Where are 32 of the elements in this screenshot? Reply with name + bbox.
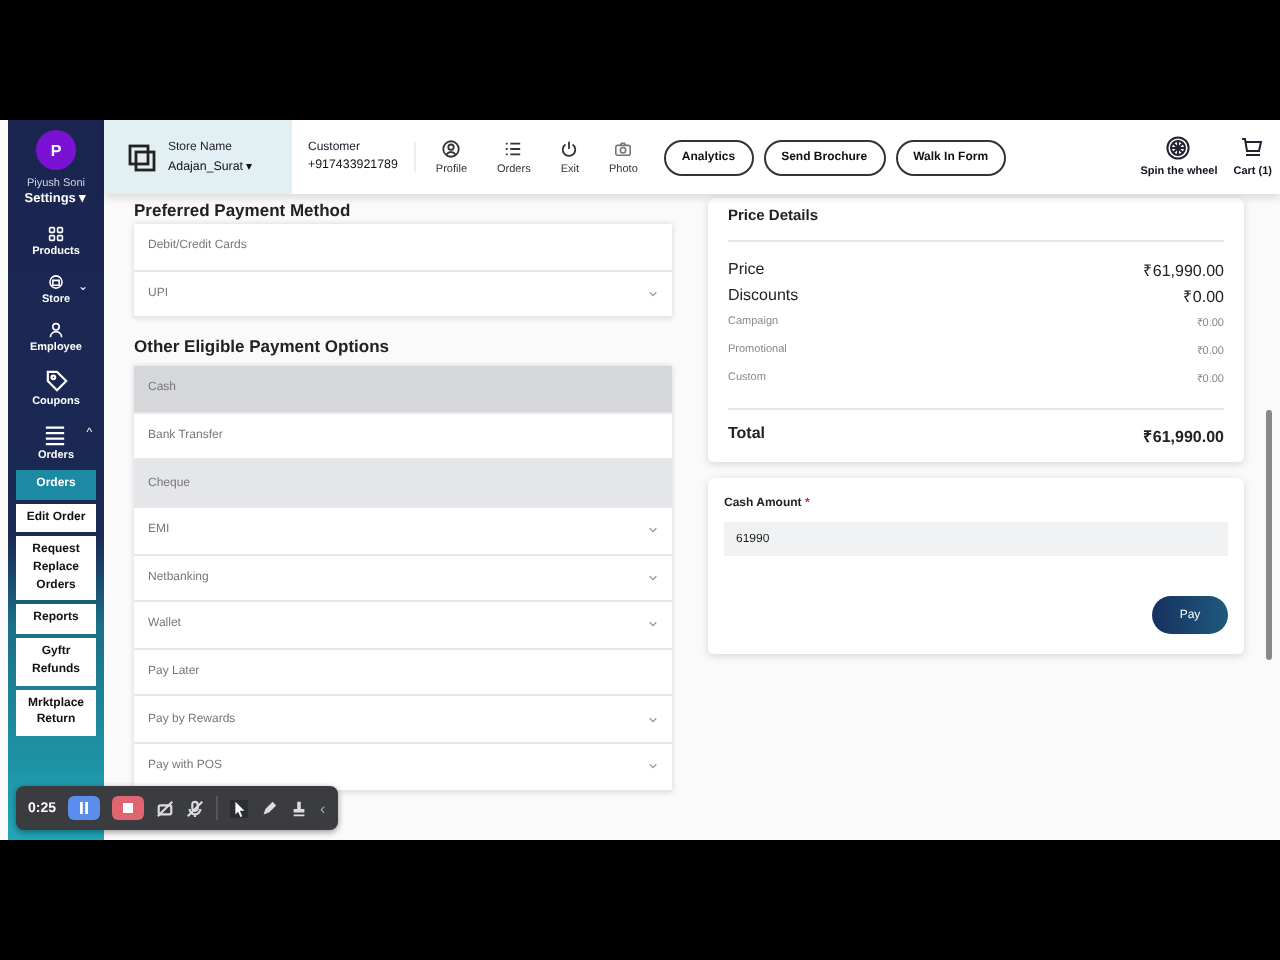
camera-off-icon[interactable]	[156, 799, 175, 817]
collapse-toggle[interactable]: ‹	[320, 799, 326, 817]
total-label: Total	[728, 424, 766, 446]
store-icon	[48, 274, 64, 290]
stop-button[interactable]	[112, 796, 145, 820]
squares-icon	[128, 143, 156, 171]
pen-icon[interactable]	[260, 799, 279, 817]
price-label: Discounts	[728, 286, 799, 304]
list-icon	[504, 139, 523, 157]
avatar[interactable]: P	[36, 130, 76, 170]
price-label: Price	[728, 260, 765, 278]
section-heading: Preferred Payment Method	[134, 200, 353, 220]
person-icon	[47, 322, 64, 338]
cart-icon	[1240, 136, 1265, 160]
price-value: ₹0.00	[1182, 286, 1224, 306]
stop-icon	[120, 800, 137, 816]
eraser-icon[interactable]	[290, 799, 309, 817]
section-heading: Other Eligible Payment Options	[134, 336, 392, 357]
pause-button[interactable]	[68, 796, 101, 820]
scrollbar[interactable]	[1266, 410, 1272, 660]
pause-icon	[76, 800, 93, 816]
profile-icon	[442, 139, 461, 157]
mic-off-icon[interactable]	[186, 799, 205, 817]
price-value: ₹61,990.00	[1142, 260, 1224, 280]
pointer-icon[interactable]	[230, 799, 249, 817]
power-icon	[560, 139, 579, 157]
menu-icon	[44, 424, 67, 446]
total-value: ₹61,990.00	[1142, 426, 1224, 446]
tag-icon	[45, 370, 67, 392]
wheel-icon	[1166, 136, 1191, 160]
camera-icon	[614, 139, 633, 157]
grid-icon	[48, 226, 64, 242]
